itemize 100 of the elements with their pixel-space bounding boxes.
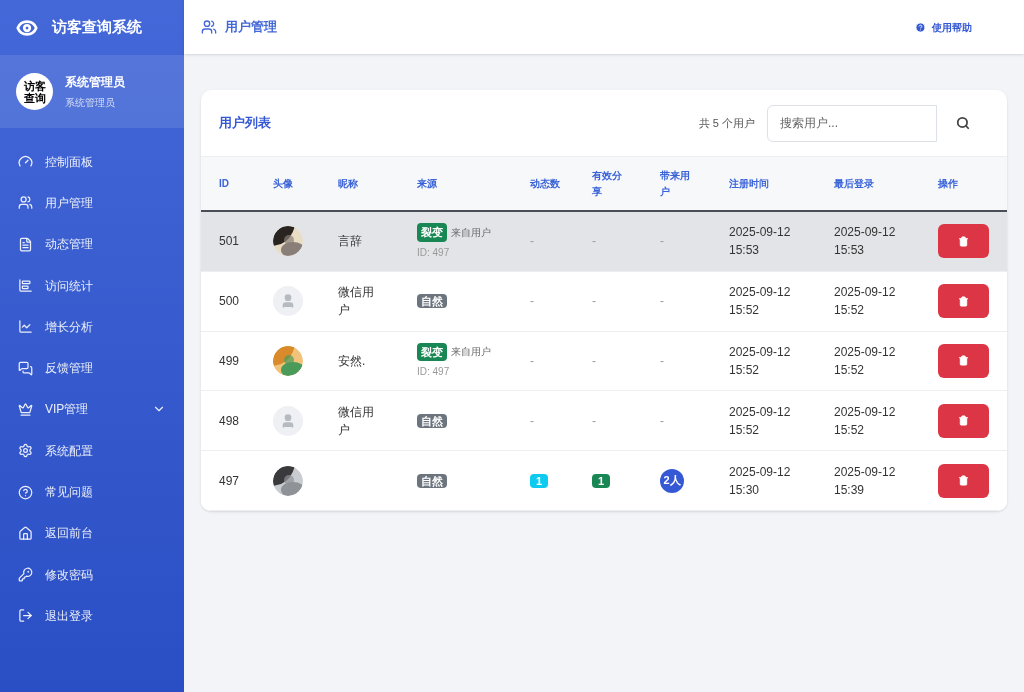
- default-avatar-icon: [273, 405, 303, 436]
- document-icon: [18, 236, 33, 252]
- column-header: 带来用户: [660, 168, 691, 199]
- post-count: -: [530, 354, 534, 368]
- register-time: 2025-09-12 15:52: [729, 284, 792, 320]
- users-icon: [18, 195, 33, 211]
- settings-icon: [18, 443, 33, 459]
- delete-button[interactable]: [938, 344, 989, 378]
- column-header: 注册时间: [729, 176, 770, 191]
- column-header: 有效分享: [592, 168, 623, 199]
- last-login-time: 2025-09-12 15:53: [834, 224, 897, 260]
- logout-icon: [18, 608, 33, 624]
- column-header: 头像: [273, 176, 294, 191]
- column-header: 最后登录: [834, 176, 875, 191]
- nickname-cell-text: 安然.: [338, 353, 367, 370]
- invited-count: -: [660, 413, 664, 428]
- referrer-id: ID: 497: [417, 245, 451, 260]
- column-header: 操作: [938, 176, 959, 191]
- last-login-time: 2025-09-12 15:52: [834, 284, 897, 320]
- user-count: 共 5 个用户: [698, 115, 755, 131]
- post-count: 1: [530, 473, 549, 488]
- id-cell: 500: [219, 294, 240, 309]
- search-field[interactable]: 搜索用户...: [767, 104, 937, 142]
- register-time: 2025-09-12 15:53: [729, 224, 792, 260]
- help-icon: [915, 21, 926, 33]
- register-time: 2025-09-12 15:30: [729, 463, 792, 499]
- nickname-cell-text: 微信用户: [338, 284, 375, 320]
- column-header: 来源: [417, 176, 438, 191]
- invited-count: -: [660, 354, 664, 368]
- share-count: -: [592, 234, 596, 249]
- id-cell: 497: [219, 473, 240, 488]
- share-count: -: [592, 413, 596, 428]
- trash-icon: [958, 415, 969, 427]
- nav-item[interactable]: 增长分析: [0, 306, 184, 348]
- post-count: -: [530, 294, 534, 309]
- nav-item[interactable]: 退出登录: [0, 595, 184, 637]
- last-login-time: 2025-09-12 15:52: [834, 344, 897, 379]
- source-tag: 自然: [417, 413, 447, 428]
- nav-item[interactable]: 返回前台: [0, 512, 184, 554]
- source-tag: 自然: [417, 294, 447, 309]
- column-header: 动态数: [530, 176, 561, 191]
- logo-avatar: 访客 查询: [16, 73, 53, 110]
- invited-count: 2人: [660, 468, 684, 493]
- source-text: 来自用户: [451, 345, 491, 360]
- column-header: ID: [219, 176, 230, 191]
- delete-button[interactable]: [938, 463, 989, 498]
- trash-icon: [958, 295, 969, 307]
- key-icon: [18, 567, 33, 583]
- register-time: 2025-09-12 15:52: [729, 403, 792, 439]
- nav-item[interactable]: 访问统计: [0, 264, 184, 307]
- share-count: -: [592, 294, 596, 309]
- share-count: 1: [592, 473, 611, 488]
- help-link[interactable]: 使用帮助: [915, 19, 972, 35]
- nav-item[interactable]: 动态管理: [0, 223, 184, 265]
- delete-button[interactable]: [938, 224, 989, 259]
- line-chart-icon: [18, 319, 33, 335]
- trash-icon: [958, 235, 969, 247]
- source-tag: 裂变: [417, 342, 447, 362]
- nav-item[interactable]: 修改密码: [0, 553, 184, 596]
- delete-button[interactable]: [938, 284, 989, 319]
- nav-item[interactable]: 用户管理: [0, 182, 184, 224]
- invited-count: -: [660, 294, 664, 309]
- delete-button[interactable]: [938, 403, 989, 438]
- last-login-time: 2025-09-12 15:52: [834, 403, 897, 439]
- source-tag: 自然: [417, 473, 447, 488]
- last-login-time: 2025-09-12 15:39: [834, 463, 897, 499]
- referrer-id: ID: 497: [417, 365, 451, 380]
- nav-item[interactable]: 常见问题: [0, 471, 184, 513]
- source-text: 来自用户: [451, 225, 491, 240]
- source-tag: 裂变: [417, 223, 447, 242]
- nav-item[interactable]: 反馈管理: [0, 347, 184, 389]
- nav-item[interactable]: 控制面板: [0, 141, 184, 183]
- id-cell: 498: [219, 413, 240, 428]
- app-title: 访客查询系统: [52, 17, 142, 38]
- nickname-cell-text: 微信用户: [338, 403, 375, 439]
- home-icon: [18, 525, 33, 541]
- crown-icon: [18, 401, 33, 417]
- default-avatar-icon: [273, 286, 303, 317]
- nav-item[interactable]: 系统配置: [0, 430, 184, 472]
- users-icon: [201, 19, 217, 35]
- nickname-cell-text: 言辞: [338, 233, 363, 251]
- user-name: 系统管理员: [65, 74, 125, 91]
- invited-count: -: [660, 234, 664, 249]
- chat-icon: [18, 360, 33, 376]
- trash-icon: [958, 475, 969, 487]
- id-cell: 499: [219, 354, 240, 368]
- trash-icon: [958, 355, 969, 367]
- id-cell: 501: [219, 234, 240, 249]
- nav-item[interactable]: VIP管理: [0, 388, 184, 431]
- column-header: 昵称: [338, 176, 359, 191]
- page-title: 用户管理: [225, 18, 278, 37]
- register-time: 2025-09-12 15:52: [729, 344, 792, 379]
- card-title: 用户列表: [219, 114, 272, 133]
- bar-chart-icon: [18, 278, 33, 294]
- post-count: -: [530, 234, 534, 249]
- search-icon: [956, 116, 970, 130]
- help-icon: [18, 484, 33, 500]
- post-count: -: [530, 413, 534, 428]
- user-role: 系统管理员: [65, 96, 116, 110]
- share-count: -: [592, 354, 596, 368]
